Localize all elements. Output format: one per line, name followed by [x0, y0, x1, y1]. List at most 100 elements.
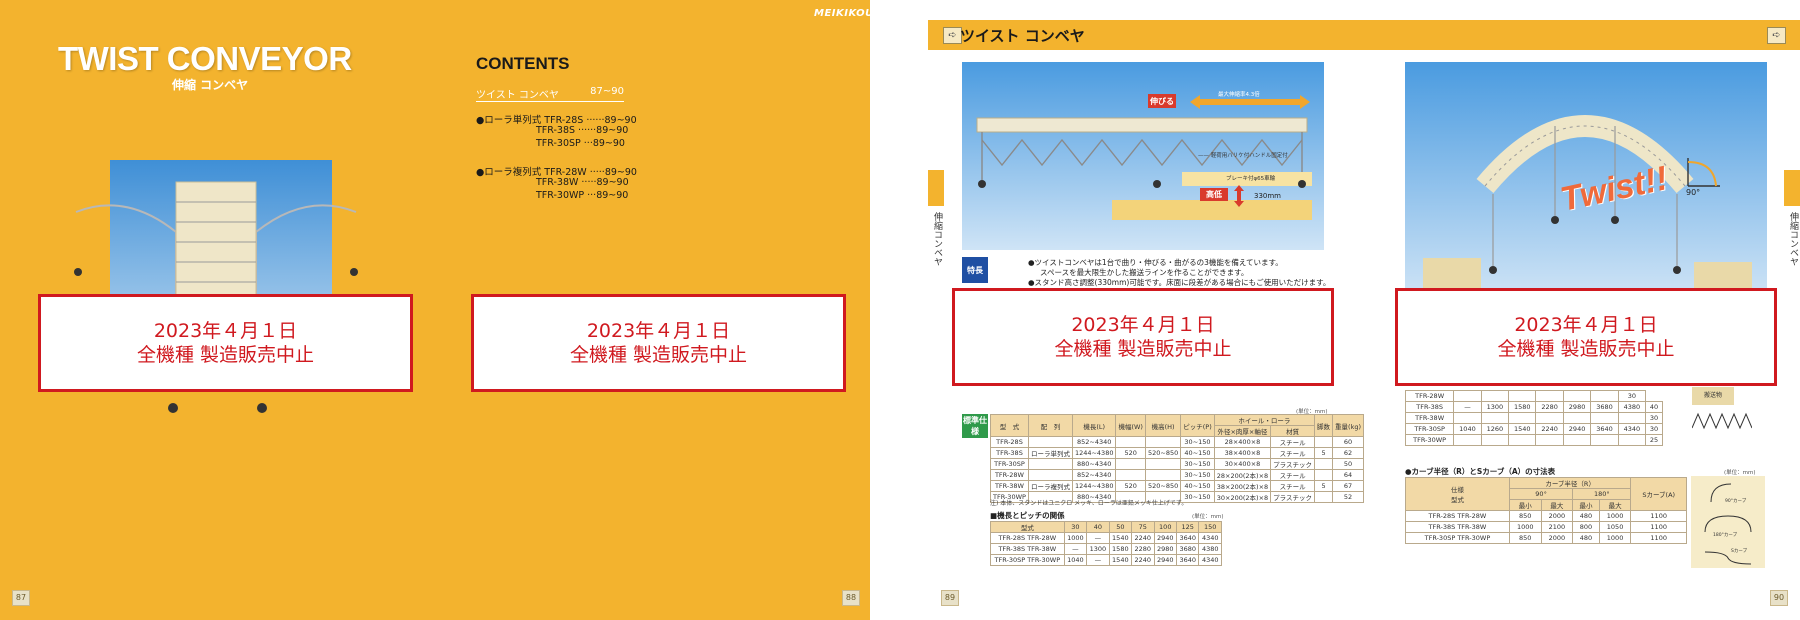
curve-cell: 1100	[1630, 510, 1687, 522]
height-label: 高低	[1200, 188, 1228, 201]
spec-cell: TFR-38W	[990, 480, 1029, 492]
spec-cell: スチール	[1270, 480, 1316, 492]
length-cell	[1535, 412, 1564, 424]
pitch-table-title: ■機長とピッチの関係	[990, 511, 1065, 520]
length-cell	[1480, 412, 1510, 424]
curve-cell: TFR-30SP TFR-30WP	[1405, 532, 1510, 544]
spec-cell: 50	[1332, 458, 1364, 470]
contents-section[interactable]: ツイスト コンベヤ 87~90	[476, 86, 624, 102]
toc-line[interactable]: TFR-38S ······89~90	[536, 125, 628, 136]
toc-line[interactable]: ●ローラ複列式 TFR-28W ·····89~90	[476, 164, 637, 178]
table-row: TFR-38S —1300 1580 2280 2980 3680 4380 40	[1404, 401, 1663, 413]
length-cell: 1540	[1508, 423, 1537, 435]
length-cell: TFR-28W	[1404, 390, 1455, 402]
pitch-cell: 3640	[1175, 554, 1200, 566]
length-cell: TFR-30SP	[1404, 423, 1455, 435]
spec-cell: 30~150	[1180, 436, 1215, 448]
side-tab	[928, 170, 944, 206]
spec-cell	[1314, 436, 1334, 448]
pitch-col-header: 30	[1063, 521, 1088, 533]
pitch-cell: 1300	[1086, 543, 1110, 555]
curve-table: 仕様 型式 カーブ半径（R） Sカーブ(A) 90° 180° 最小 最大 最小…	[1405, 477, 1687, 544]
photo-caption: —— 軽荷用バリケ付ハンドル固定付	[1198, 153, 1288, 159]
spec-cell: 852~4340	[1071, 469, 1117, 481]
curve-cell: 480	[1572, 532, 1600, 544]
curve-minmax: 最大	[1598, 499, 1632, 511]
pitch-col-header: 50	[1108, 521, 1133, 533]
page-number: 90	[1770, 590, 1788, 606]
pitch-cell: 4340	[1198, 554, 1222, 566]
spec-cell	[1144, 458, 1182, 470]
length-cell: 3680	[1590, 401, 1619, 413]
pitch-col-header: 150	[1198, 521, 1222, 533]
curve-group-header: カーブ半径（R）	[1508, 477, 1632, 489]
spec-cell: 28×200(2本)×8	[1213, 469, 1272, 481]
spec-cell: スチール	[1270, 447, 1316, 459]
curve-diagrams	[1704, 483, 1752, 565]
banner-date: 2023年４月１日	[153, 319, 298, 342]
spec-cell: TFR-28S	[990, 436, 1029, 448]
spec-cell: 520	[1115, 480, 1146, 492]
table-row: TFR-38W ローラ複列式 1244~4380 520 520~850 40~150 38…	[990, 480, 1364, 492]
discontinued-banner: 2023年４月１日 全機種 製造販売中止	[952, 288, 1334, 386]
curve-col-header: 仕様 型式	[1405, 477, 1510, 511]
length-table: TFR-28W 30 TFR-38S —1300 1580 2280 2980 3680 438…	[1404, 390, 1663, 446]
pitch-col-header: 40	[1086, 521, 1110, 533]
spec-cell: 880~4340	[1071, 458, 1117, 470]
spec-cell	[1314, 458, 1334, 470]
curve-cell: 1000	[1598, 510, 1632, 522]
pitch-cell: 1540	[1108, 554, 1133, 566]
length-cell: 30	[1617, 390, 1647, 402]
curve-table-title: ●カーブ半径（R）とSカーブ（A）の寸法表	[1405, 467, 1556, 476]
toc-line[interactable]: ●ローラ単列式 TFR-28S ······89~90	[476, 112, 637, 126]
curve-minmax: 最小	[1572, 499, 1600, 511]
curve-cell: TFR-38S TFR-38W	[1405, 521, 1510, 533]
banner-date: 2023年４月１日	[586, 319, 731, 342]
page-number: 89	[941, 590, 959, 606]
spec-cell: ローラ単列式	[1027, 447, 1073, 459]
toc-line[interactable]: TFR-38W ·····89~90	[536, 177, 629, 188]
toc-line[interactable]: TFR-30SP ···89~90	[536, 138, 625, 149]
arrow-right-icon[interactable]: ➪	[1767, 27, 1786, 44]
table-row: TFR-38S ローラ単列式 1244~4380 520 520~850 40~150 38…	[990, 447, 1364, 459]
length-cell: 1040	[1453, 423, 1482, 435]
curve-cell: 800	[1572, 521, 1600, 533]
curve-icon-label: Sカーブ	[1731, 549, 1748, 554]
spec-cell: 67	[1332, 480, 1364, 492]
spec-cell	[1115, 436, 1146, 448]
pitch-col-header: 75	[1131, 521, 1155, 533]
spec-col-header: 配 列	[1027, 414, 1073, 437]
table-row: TFR-28S TFR-28W 1000—1540 2240 2940 3640 4340	[990, 532, 1222, 544]
brand-logo: MEIKIKOU	[814, 8, 870, 19]
spec-cell	[1144, 436, 1182, 448]
length-cell: TFR-30WP	[1404, 434, 1455, 446]
curve-header-model: 型式	[1450, 496, 1464, 504]
page-number: 88	[842, 590, 860, 606]
curve-cell: 2000	[1540, 510, 1574, 522]
spec-cell: 5	[1314, 480, 1334, 492]
toc-line[interactable]: TFR-30WP ···89~90	[536, 190, 628, 201]
pitch-cell: 3640	[1175, 532, 1200, 544]
length-cell: 4340	[1617, 423, 1647, 435]
page-header-title: ツイスト コンベヤ	[960, 27, 1085, 45]
feature-label: 特長	[962, 257, 988, 283]
spec-cell: 1244~4380	[1071, 480, 1117, 492]
spec-cell: 60	[1332, 436, 1364, 448]
pitch-col-header: 125	[1175, 521, 1200, 533]
pitch-cell: 1000	[1063, 532, 1088, 544]
table-row: TFR-30SP 880~4340 30~150 30×400×8 プラスチック 50	[990, 458, 1364, 470]
pitch-cell: —	[1086, 532, 1110, 544]
spec-col-header: 機幅(W)	[1115, 414, 1146, 437]
spec-label: 標準仕様	[962, 414, 988, 438]
side-label: 伸縮コンベヤ	[1788, 212, 1798, 266]
spec-cell: 852~4340	[1071, 436, 1117, 448]
length-cell	[1453, 390, 1482, 402]
banner-text: 全機種 製造販売中止	[569, 344, 748, 366]
pitch-col-header: 型式	[990, 521, 1065, 533]
spec-cell: 30~150	[1180, 458, 1215, 470]
spec-col-header: 重量(kg)	[1332, 414, 1364, 437]
length-cell	[1453, 412, 1482, 424]
spec-cell: プラスチック	[1270, 458, 1316, 470]
length-cell: 30	[1645, 423, 1663, 435]
length-cell: 30	[1645, 412, 1663, 424]
